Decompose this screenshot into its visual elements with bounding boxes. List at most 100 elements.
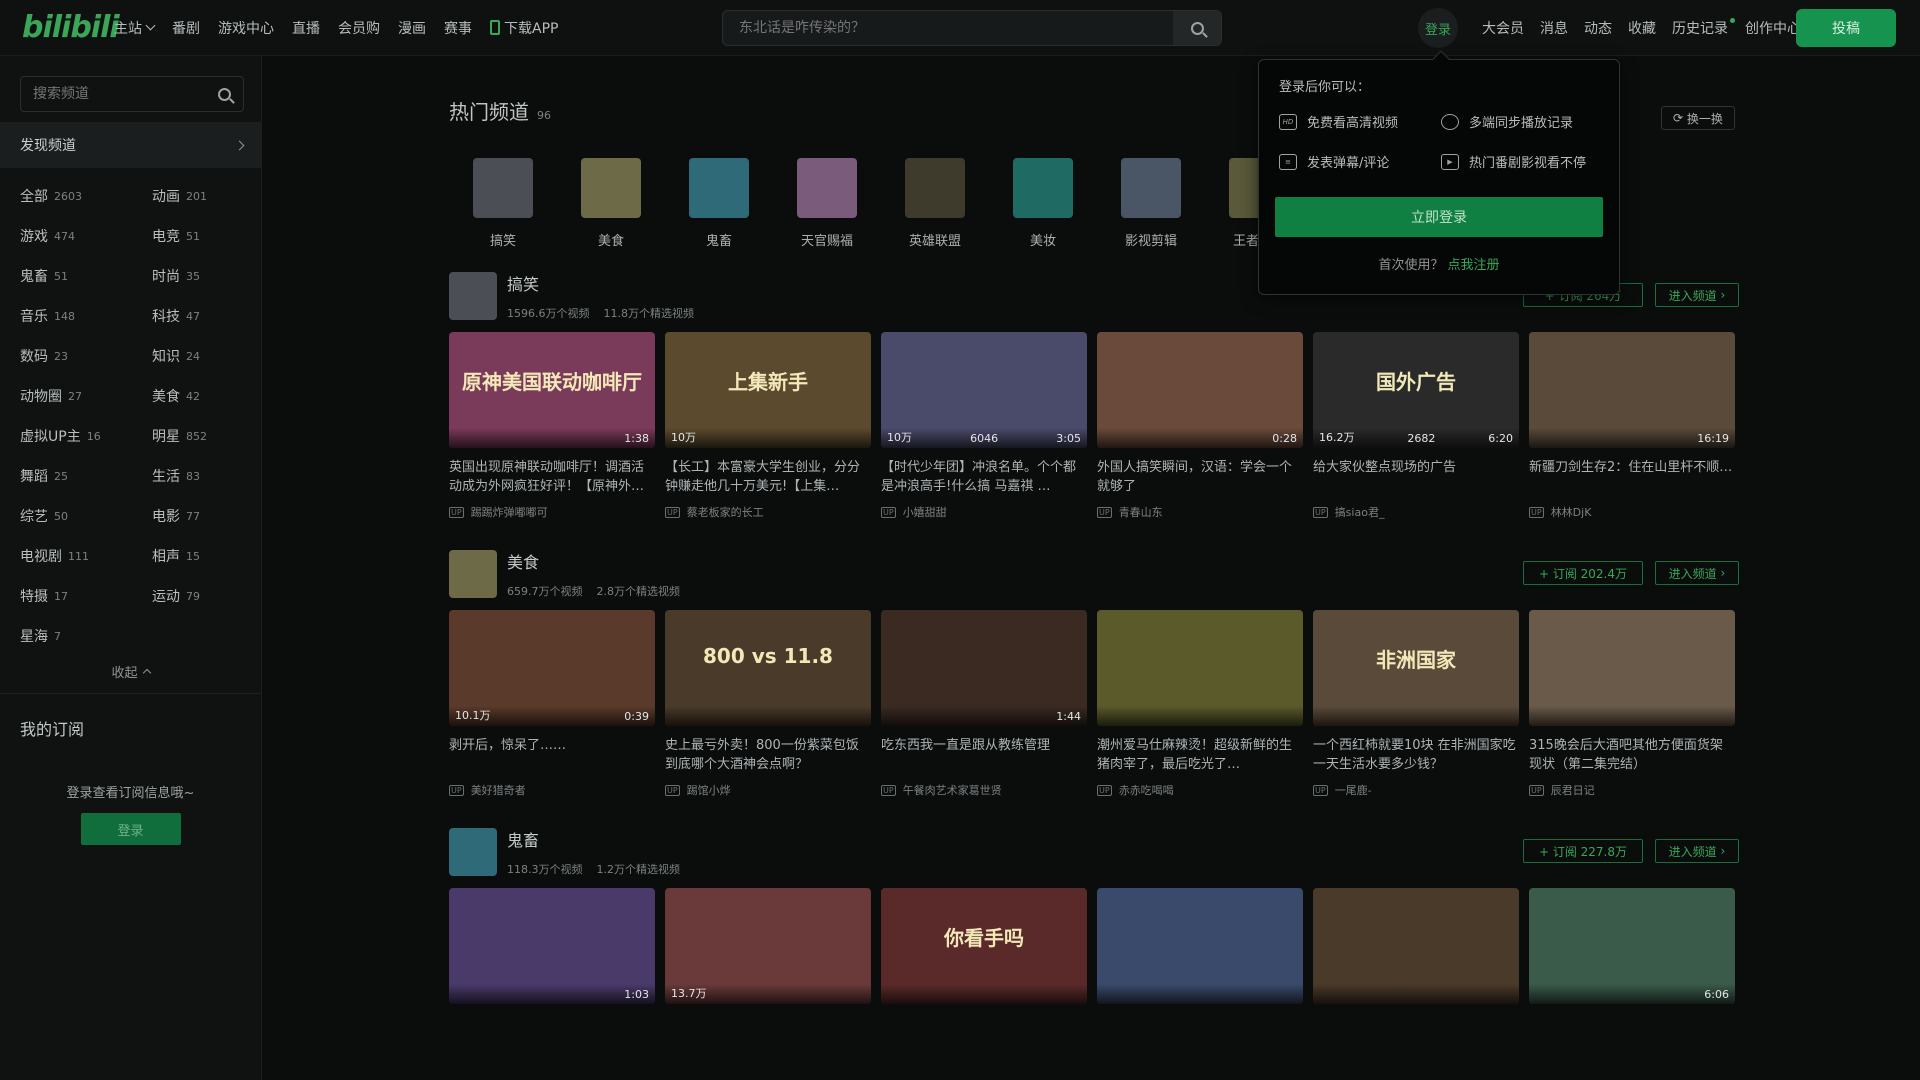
bilibili-logo[interactable]: bilibili xyxy=(22,10,120,45)
video-thumbnail[interactable] xyxy=(1529,610,1735,726)
video-thumbnail[interactable]: 1:03 xyxy=(449,888,655,1004)
video-uploader[interactable]: UP 小嬉甜甜 xyxy=(881,504,1087,520)
video-card[interactable]: 10.1万 0:39 剥开后，惊呆了…… UP 美好猎奇者 xyxy=(449,610,655,798)
video-thumbnail[interactable]: 上集新手 10万 xyxy=(665,332,871,448)
category-item[interactable]: 相声 15 xyxy=(152,536,272,576)
hot-channel-item[interactable]: 天官赐福 xyxy=(773,158,881,249)
video-thumbnail[interactable]: 6:06 xyxy=(1529,888,1735,1004)
video-title[interactable]: 给大家伙整点现场的广告 xyxy=(1313,458,1519,496)
nav-dynamics[interactable]: 动态 xyxy=(1584,18,1612,38)
hot-channel-item[interactable]: 美食 xyxy=(557,158,665,249)
video-card[interactable]: 原神美国联动咖啡厅 1:38 英国出现原神联动咖啡厅！调酒活动成为外网疯狂好评！… xyxy=(449,332,655,520)
video-title[interactable]: 潮州爱马仕麻辣烫！超级新鲜的生猪肉宰了，最后吃光了… xyxy=(1097,736,1303,774)
video-title[interactable]: 315晚会后大酒吧其他方便面货架现状（第二集完结） xyxy=(1529,736,1735,774)
section-name[interactable]: 搞笑 xyxy=(507,271,708,295)
category-item[interactable]: 时尚 35 xyxy=(152,256,272,296)
video-title[interactable] xyxy=(1097,1014,1303,1052)
video-card[interactable] xyxy=(1097,888,1303,1060)
video-title[interactable] xyxy=(1529,1014,1735,1052)
refresh-button[interactable]: ⟳ 换一换 xyxy=(1661,106,1735,130)
video-title[interactable] xyxy=(1313,1014,1519,1052)
video-uploader[interactable]: UP 辰君日记 xyxy=(1529,782,1735,798)
video-thumbnail[interactable] xyxy=(1313,888,1519,1004)
nav-game-center[interactable]: 游戏中心 xyxy=(218,18,274,38)
category-item[interactable]: 电竞 51 xyxy=(152,216,272,256)
search-icon[interactable] xyxy=(218,87,231,101)
hot-channel-item[interactable]: 鬼畜 xyxy=(665,158,773,249)
category-item[interactable]: 星海 7 xyxy=(20,616,152,656)
video-uploader[interactable]: UP 美好猎奇者 xyxy=(449,782,655,798)
enter-channel-button[interactable]: 进入频道 › xyxy=(1655,283,1739,307)
category-item[interactable]: 明星 852 xyxy=(152,416,272,456)
video-title[interactable]: 一个西红柿就要10块 在非洲国家吃一天生活水要多少钱？ xyxy=(1313,736,1519,774)
collapse-button[interactable]: 收起 xyxy=(0,656,261,693)
video-card[interactable]: 315晚会后大酒吧其他方便面货架现状（第二集完结） UP 辰君日记 xyxy=(1529,610,1735,798)
category-item[interactable]: 美食 42 xyxy=(152,376,272,416)
category-item[interactable]: 运动 79 xyxy=(152,576,272,616)
hot-channel-item[interactable]: 美妆 xyxy=(989,158,1097,249)
category-item[interactable]: 动画 201 xyxy=(152,176,272,216)
subscribe-button[interactable]: + 订阅 227.8万 xyxy=(1523,839,1643,863)
video-thumbnail[interactable]: 10万 6046 3:05 xyxy=(881,332,1087,448)
nav-main-site[interactable]: 主站 xyxy=(114,18,156,38)
upload-button[interactable]: 投稿 xyxy=(1796,9,1896,47)
category-item[interactable]: 特摄 17 xyxy=(20,576,152,616)
video-title[interactable]: 吃东西我一直是跟从教练管理 xyxy=(881,736,1087,774)
discover-channels[interactable]: 发现频道 xyxy=(0,122,261,168)
video-title[interactable]: 【长工】本富豪大学生创业，分分钟赚走他几十万美元!【上集… xyxy=(665,458,871,496)
category-item[interactable]: 鬼畜 51 xyxy=(20,256,152,296)
hot-channel-item[interactable]: 影视剪辑 xyxy=(1097,158,1205,249)
video-title[interactable] xyxy=(665,1014,871,1052)
enter-channel-button[interactable]: 进入频道 › xyxy=(1655,561,1739,585)
video-card[interactable]: 1:03 xyxy=(449,888,655,1060)
video-thumbnail[interactable]: 非洲国家 xyxy=(1313,610,1519,726)
video-title[interactable]: 外国人搞笑瞬间，汉语：学会一个就够了 xyxy=(1097,458,1303,496)
section-avatar[interactable] xyxy=(449,272,497,320)
video-uploader[interactable]: UP 搞siao君_ xyxy=(1313,504,1519,520)
video-thumbnail[interactable] xyxy=(1097,610,1303,726)
search-input[interactable] xyxy=(723,11,1173,45)
video-card[interactable]: 潮州爱马仕麻辣烫！超级新鲜的生猪肉宰了，最后吃光了… UP 赤赤吃喝喝 xyxy=(1097,610,1303,798)
nav-member-shop[interactable]: 会员购 xyxy=(338,18,380,38)
sidebar-login-button[interactable]: 登录 xyxy=(80,813,181,845)
video-uploader[interactable]: UP 赤赤吃喝喝 xyxy=(1097,782,1303,798)
nav-anime[interactable]: 番剧 xyxy=(172,18,200,38)
category-item[interactable]: 动物圈 27 xyxy=(20,376,152,416)
category-item[interactable]: 电视剧 111 xyxy=(20,536,152,576)
hot-channel-item[interactable]: 英雄联盟 xyxy=(881,158,989,249)
category-item[interactable]: 虚拟UP主 16 xyxy=(20,416,152,456)
video-uploader[interactable]: UP 蔡老板家的长工 xyxy=(665,504,871,520)
category-item[interactable]: 全部 2603 xyxy=(20,176,152,216)
channel-search-input[interactable] xyxy=(33,86,193,102)
video-title[interactable]: 剥开后，惊呆了…… xyxy=(449,736,655,774)
video-thumbnail[interactable] xyxy=(1097,888,1303,1004)
section-avatar[interactable] xyxy=(449,828,497,876)
video-uploader[interactable]: UP 踢馆小烨 xyxy=(665,782,871,798)
video-thumbnail[interactable]: 16:19 xyxy=(1529,332,1735,448)
register-link[interactable]: 点我注册 xyxy=(1448,258,1500,273)
video-thumbnail[interactable]: 国外广告 16.2万 2682 6:20 xyxy=(1313,332,1519,448)
nav-creator-center[interactable]: 创作中心 xyxy=(1745,18,1801,38)
popup-login-button[interactable]: 立即登录 xyxy=(1275,197,1603,237)
video-card[interactable]: 上集新手 10万 【长工】本富豪大学生创业，分分钟赚走他几十万美元!【上集… U… xyxy=(665,332,871,520)
video-card[interactable] xyxy=(1313,888,1519,1060)
video-title[interactable] xyxy=(881,1014,1087,1052)
category-item[interactable]: 综艺 50 xyxy=(20,496,152,536)
category-item[interactable]: 知识 24 xyxy=(152,336,272,376)
category-item[interactable]: 科技 47 xyxy=(152,296,272,336)
nav-live[interactable]: 直播 xyxy=(292,18,320,38)
video-thumbnail[interactable]: 原神美国联动咖啡厅 1:38 xyxy=(449,332,655,448)
video-card[interactable]: 10万 6046 3:05 【时代少年团】冲浪名单。个个都是冲浪高手!什么搞 马… xyxy=(881,332,1087,520)
nav-manga[interactable]: 漫画 xyxy=(398,18,426,38)
category-item[interactable]: 生活 83 xyxy=(152,456,272,496)
video-card[interactable]: 0:28 外国人搞笑瞬间，汉语：学会一个就够了 UP 青春山东 xyxy=(1097,332,1303,520)
category-item[interactable]: 音乐 148 xyxy=(20,296,152,336)
video-title[interactable]: 史上最亏外卖！800一份紫菜包饭到底哪个大酒神会点啊？ xyxy=(665,736,871,774)
video-thumbnail[interactable]: 10.1万 0:39 xyxy=(449,610,655,726)
nav-favorites[interactable]: 收藏 xyxy=(1628,18,1656,38)
nav-vip[interactable]: 大会员 xyxy=(1482,18,1524,38)
video-uploader[interactable]: UP 踢踢炸弹嘟嘟可 xyxy=(449,504,655,520)
video-card[interactable]: 16:19 新疆刀剑生存2：住在山里杆不顺… UP 林林DjK xyxy=(1529,332,1735,520)
video-uploader[interactable]: UP 青春山东 xyxy=(1097,504,1303,520)
category-item[interactable]: 数码 23 xyxy=(20,336,152,376)
